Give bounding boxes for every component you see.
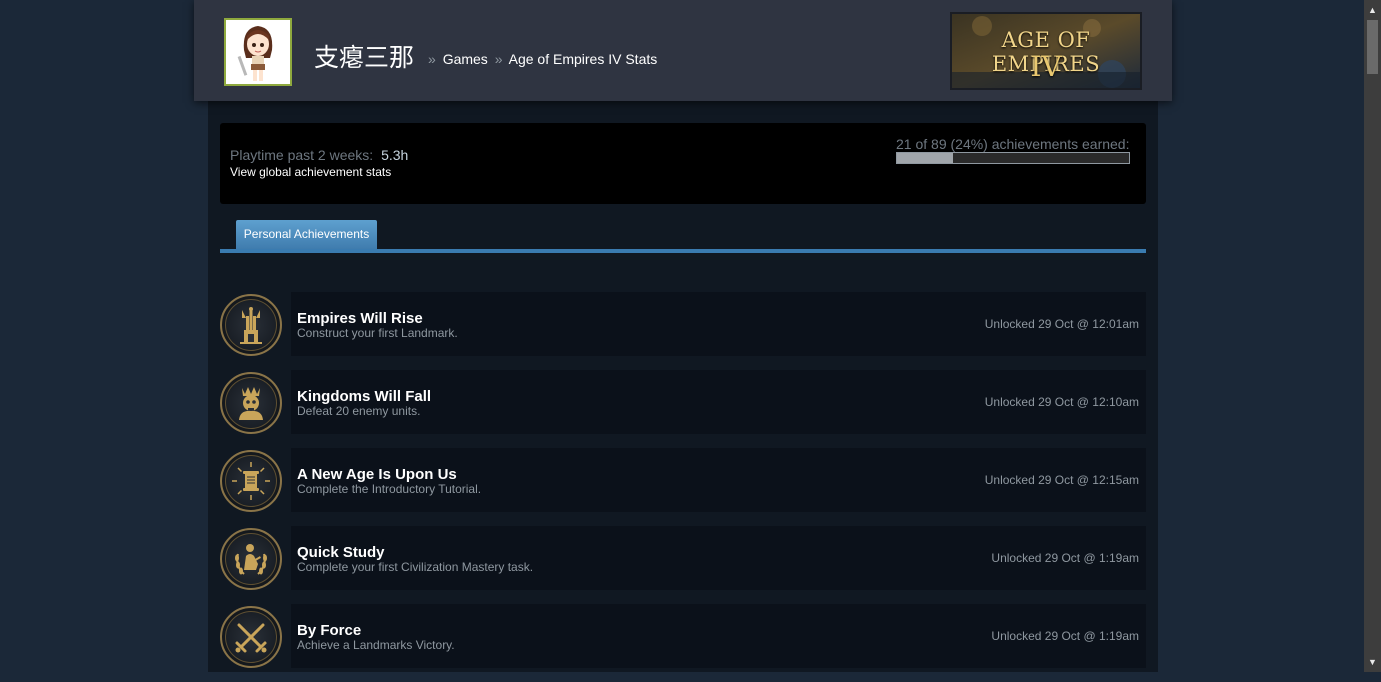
playtime-label: Playtime past 2 weeks:: [230, 147, 374, 163]
achievement-description: Complete the Introductory Tutorial.: [297, 482, 482, 496]
achievement-unlock-time: Unlocked 29 Oct @ 1:19am: [991, 629, 1139, 643]
achievement-title: Quick Study: [297, 544, 385, 561]
profile-header: 支瘪三那 » Games » Age of Empires IV Stats A…: [194, 0, 1172, 101]
achievement-unlock-time: Unlocked 29 Oct @ 12:15am: [984, 473, 1139, 487]
scrollbar-thumb[interactable]: [1367, 20, 1378, 74]
tab-underline: [220, 249, 1146, 253]
achievement-body: By Force Achieve a Landmarks Victory. Un…: [291, 604, 1146, 668]
achievement-progress-bar: [896, 152, 1130, 164]
achievement-title: Empires Will Rise: [297, 310, 423, 327]
landmark-tower-icon: [220, 294, 282, 356]
game-logo-numeral: IV: [1030, 50, 1062, 83]
achievement-title: A New Age Is Upon Us: [297, 466, 457, 483]
achievement-row: A New Age Is Upon Us Complete the Introd…: [220, 448, 1146, 512]
achievement-title: By Force: [297, 622, 362, 639]
achievements-earned-text: 21 of 89 (24%) achievements earned:: [896, 136, 1130, 152]
breadcrumb: » Games » Age of Empires IV Stats: [425, 51, 657, 67]
breadcrumb-current-link[interactable]: Age of Empires IV Stats: [509, 51, 658, 67]
playtime-value: 5.3h: [381, 147, 409, 163]
scroll-up-arrow-icon[interactable]: ▲: [1364, 2, 1381, 18]
achievement-row: Empires Will Rise Construct your first L…: [220, 292, 1146, 356]
achievement-row: Quick Study Complete your first Civiliza…: [220, 526, 1146, 590]
breadcrumb-separator: »: [494, 51, 503, 67]
achievement-list: Empires Will Rise Construct your first L…: [220, 292, 1146, 682]
crossed-swords-icon: [220, 606, 282, 668]
achievement-description: Achieve a Landmarks Victory.: [297, 638, 455, 652]
avatar-character-icon: [226, 20, 290, 84]
achievement-title: Kingdoms Will Fall: [297, 388, 432, 405]
playtime-row: Playtime past 2 weeks: 5.3h: [230, 147, 408, 163]
achievement-unlock-time: Unlocked 29 Oct @ 12:01am: [984, 317, 1139, 331]
avatar[interactable]: [224, 18, 292, 86]
achievement-row: Kingdoms Will Fall Defeat 20 enemy units…: [220, 370, 1146, 434]
global-achievement-stats-link[interactable]: View global achievement stats: [230, 165, 391, 179]
crowned-skull-icon: [220, 372, 282, 434]
scroll-sunburst-icon: [220, 450, 282, 512]
achievement-description: Complete your first Civilization Mastery…: [297, 560, 534, 574]
tab-personal-achievements[interactable]: Personal Achievements: [236, 220, 377, 249]
persona-name[interactable]: 支瘪三那: [314, 38, 414, 74]
vertical-scrollbar[interactable]: ▲ ▼: [1364, 0, 1381, 672]
scroll-down-arrow-icon[interactable]: ▼: [1364, 654, 1381, 670]
achievement-body: Kingdoms Will Fall Defeat 20 enemy units…: [291, 370, 1146, 434]
breadcrumb-separator: »: [428, 51, 436, 67]
stats-summary-panel: Playtime past 2 weeks: 5.3h View global …: [220, 123, 1146, 204]
achievement-body: A New Age Is Upon Us Complete the Introd…: [291, 448, 1146, 512]
game-logo[interactable]: AGE OF EMPIRES IV: [950, 12, 1142, 90]
achievement-body: Quick Study Complete your first Civiliza…: [291, 526, 1146, 590]
scholar-laurel-icon: [220, 528, 282, 590]
achievement-unlock-time: Unlocked 29 Oct @ 1:19am: [991, 551, 1139, 565]
achievement-unlock-time: Unlocked 29 Oct @ 12:10am: [984, 395, 1139, 409]
achievement-description: Construct your first Landmark.: [297, 326, 458, 340]
achievement-description: Defeat 20 enemy units.: [297, 404, 421, 418]
achievement-body: Empires Will Rise Construct your first L…: [291, 292, 1146, 356]
achievement-progress-fill: [897, 153, 953, 163]
achievement-row: By Force Achieve a Landmarks Victory. Un…: [220, 604, 1146, 668]
breadcrumb-games-link[interactable]: Games: [443, 51, 488, 67]
